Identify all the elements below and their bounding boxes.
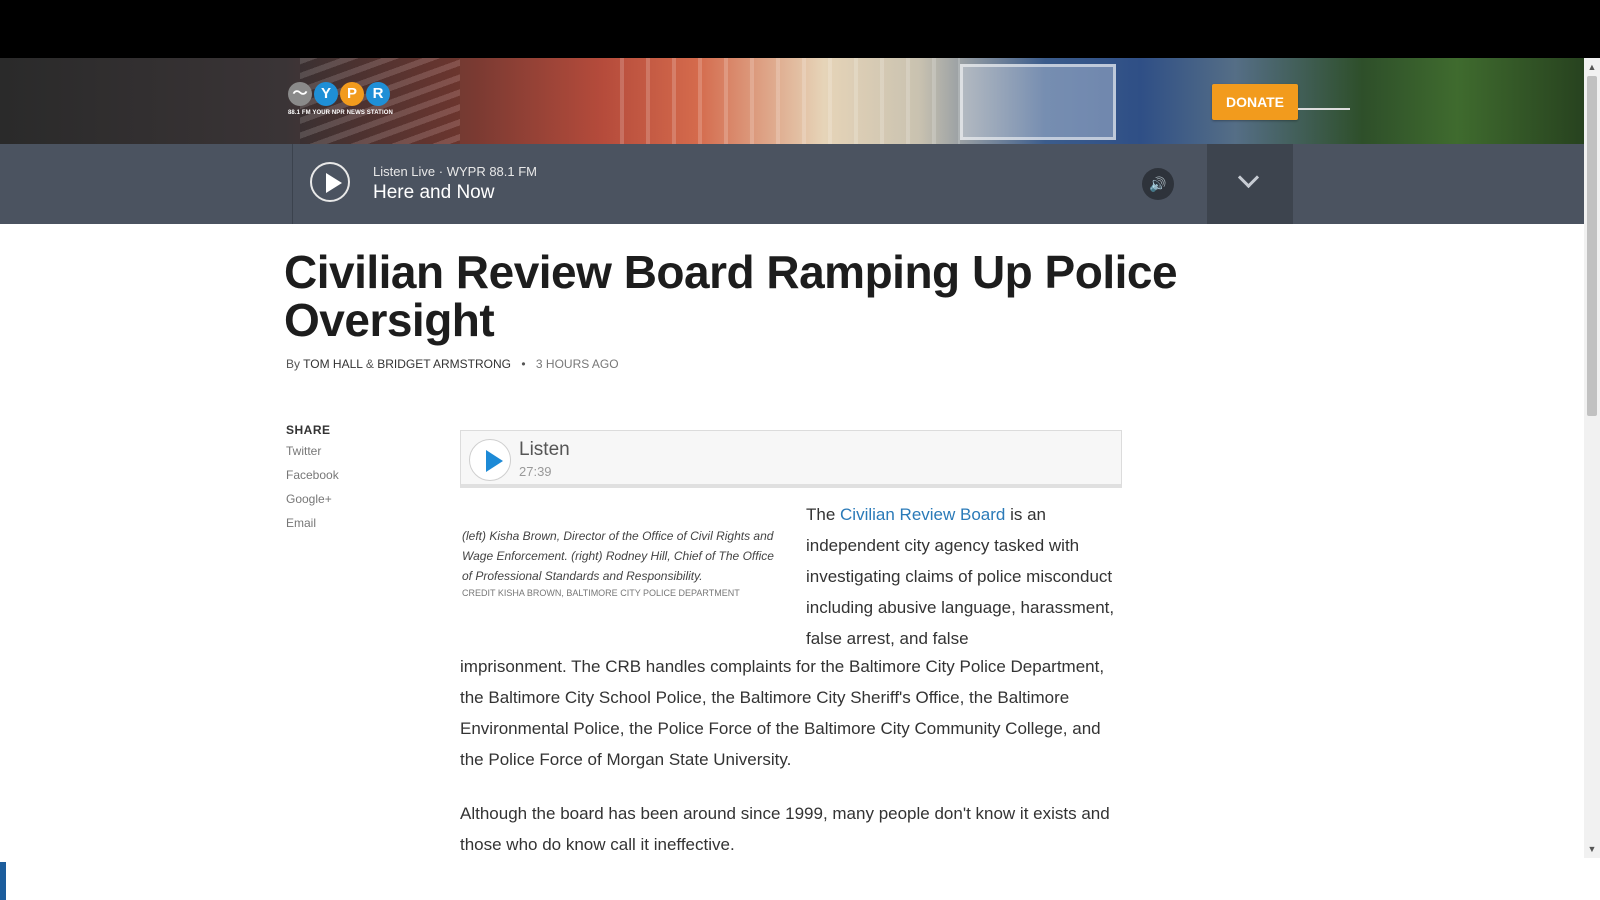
civilian-review-board-link[interactable]: Civilian Review Board — [840, 505, 1005, 524]
byline-by: By — [286, 357, 301, 371]
article-title: Civilian Review Board Ramping Up Police … — [284, 246, 1178, 346]
share-facebook-link[interactable]: Facebook — [286, 468, 339, 482]
audio-duration: 27:39 — [519, 464, 552, 479]
article-paragraph-2: Although the board has been around since… — [460, 804, 1110, 854]
listen-live-label: Listen Live · WYPR 88.1 FM — [373, 164, 537, 179]
article-timestamp: 3 hours ago — [535, 357, 619, 371]
site-header-banner: 〜 Y P R 88.1 FM YOUR NPR NEWS STATION DO… — [0, 58, 1584, 144]
program-title: Here and Now — [373, 182, 495, 203]
image-caption: (left) Kisha Brown, Director of the Offi… — [462, 529, 774, 583]
scroll-down-arrow-icon[interactable]: ▼ — [1584, 842, 1600, 856]
author-link-2[interactable]: Bridget Armstrong — [377, 357, 511, 371]
taskbar-edge — [0, 862, 6, 900]
audio-listen-label: Listen — [519, 439, 570, 460]
share-twitter-link[interactable]: Twitter — [286, 444, 321, 458]
logo-letter-r: R — [366, 82, 390, 106]
chevron-down-icon — [1237, 166, 1260, 189]
share-googleplus-link[interactable]: Google+ — [286, 492, 332, 506]
scrollbar-thumb[interactable] — [1587, 76, 1597, 416]
banner-photo-window — [960, 64, 1116, 140]
byline-separator: • — [521, 357, 526, 371]
logo-letter-y: Y — [314, 82, 338, 106]
share-heading: SHARE — [286, 423, 331, 437]
player-divider — [292, 144, 293, 224]
image-credit: CREDIT KISHA BROWN, BALTIMORE CITY POLIC… — [462, 588, 740, 598]
speaker-icon[interactable]: 🔊 — [1142, 168, 1174, 200]
live-player-bar: Listen Live · WYPR 88.1 FM Here and Now … — [0, 144, 1584, 224]
page-viewport: 〜 Y P R 88.1 FM YOUR NPR NEWS STATION DO… — [0, 58, 1584, 858]
donate-button[interactable]: DONATE — [1212, 84, 1298, 120]
logo-letter-p: P — [340, 82, 364, 106]
play-icon[interactable] — [310, 162, 350, 202]
paragraph-text: is an independent city agency tasked wit… — [806, 505, 1115, 648]
paragraph-text: The — [806, 505, 841, 524]
article-byline: By Tom Hall & Bridget Armstrong • 3 hour… — [286, 357, 619, 371]
audio-player: Listen 27:39 — [460, 430, 1122, 488]
article-paragraph-1: The Civilian Review Board is an independ… — [806, 499, 1126, 654]
browser-top-bar — [0, 0, 1600, 58]
author-link-1[interactable]: Tom Hall — [303, 357, 362, 371]
article-paragraph-1-continued: imprisonment. The CRB handles complaints… — [460, 657, 1105, 769]
audio-play-icon[interactable] — [469, 439, 511, 481]
banner-photo-facade — [620, 58, 960, 144]
player-expand-button[interactable] — [1207, 144, 1293, 224]
logo-wave-icon: 〜 — [288, 82, 312, 106]
byline-amp: & — [365, 357, 374, 371]
share-email-link[interactable]: Email — [286, 516, 316, 530]
logo-tagline: 88.1 FM YOUR NPR NEWS STATION — [288, 110, 393, 116]
wypr-logo[interactable]: 〜 Y P R 88.1 FM YOUR NPR NEWS STATION — [288, 80, 412, 124]
page-scrollbar[interactable]: ▲ ▼ — [1584, 58, 1600, 858]
browser-bottom-area — [0, 858, 1600, 900]
banner-line — [1298, 108, 1350, 110]
scroll-up-arrow-icon[interactable]: ▲ — [1584, 60, 1600, 74]
